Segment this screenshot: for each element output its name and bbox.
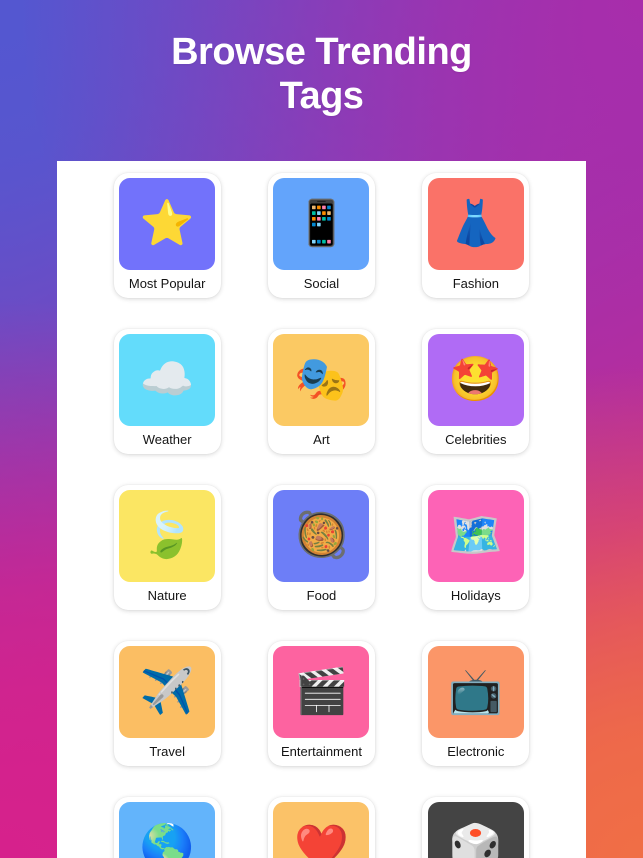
tag-tile-label: Social <box>303 276 340 291</box>
cloud-icon: ☁️ <box>119 334 216 426</box>
tag-tile[interactable]: 🎭 Art <box>267 329 375 454</box>
tag-tile[interactable]: 📺 Electronic <box>422 641 530 766</box>
tag-tile-label: Holidays <box>450 588 501 603</box>
leaves-icon: 🍃 <box>119 490 216 582</box>
tag-tile-label: Food <box>306 588 337 603</box>
tag-tile-label: Weather <box>142 432 192 447</box>
paella-icon: 🥘 <box>273 490 370 582</box>
tag-tile[interactable]: 🎲Other <box>422 797 530 858</box>
tag-tile[interactable]: 📱 Social <box>267 173 375 298</box>
tag-tile[interactable]: 🎬 Entertainment <box>267 641 375 766</box>
globe-americas-icon: 🌎 <box>119 802 216 858</box>
tag-tile-label: Celebrities <box>445 432 507 447</box>
dress-icon: 👗 <box>427 178 524 270</box>
game-die-icon: 🎲 <box>427 802 524 858</box>
clapper-board-icon: 🎬 <box>273 646 370 738</box>
tag-tile-label: Nature <box>147 588 187 603</box>
tag-tile-label: Most Popular <box>128 276 206 291</box>
star-struck-icon: 🤩 <box>427 334 524 426</box>
tag-tile[interactable]: 🗺️ Holidays <box>422 485 530 610</box>
tag-tile-label: Art <box>313 432 330 447</box>
tag-tile[interactable]: 🥘 Food <box>267 485 375 610</box>
tag-tile-label: Travel <box>149 744 185 759</box>
tags-grid: ⭐ Most Popular 📱 Social 👗 Fashion ☁️ Weather 🎭 Ar… <box>57 161 586 858</box>
tag-tile[interactable]: ❤️Follow Like <box>267 797 375 858</box>
tag-tile[interactable]: ⭐ Most Popular <box>113 173 221 298</box>
tag-tile[interactable]: ☁️ Weather <box>113 329 221 454</box>
tag-tile-label: Fashion <box>452 276 499 291</box>
tag-tile[interactable]: 🤩 Celebrities <box>422 329 530 454</box>
star-icon: ⭐ <box>119 178 216 270</box>
television-icon: 📺 <box>427 646 524 738</box>
tags-panel: ⭐ Most Popular 📱 Social 👗 Fashion ☁️ Weather 🎭 Ar… <box>57 161 586 858</box>
tag-tile[interactable]: 👗 Fashion <box>422 173 530 298</box>
airplane-icon: ✈️ <box>119 646 216 738</box>
app-screen: Browse Trending Tags ⭐ Most Popular 📱 Socia… <box>0 0 643 858</box>
tag-tile[interactable]: ✈️ Travel <box>113 641 221 766</box>
tag-tile-label: Electronic <box>447 744 505 759</box>
mobile-phone-icon: 📱 <box>273 178 370 270</box>
red-heart-icon: ❤️ <box>273 802 370 858</box>
tag-tile[interactable]: 🌎Countries <box>113 797 221 858</box>
tag-tile[interactable]: 🍃 Nature <box>113 485 221 610</box>
tag-tile-label: Entertainment <box>281 744 362 759</box>
page-header: Browse Trending Tags <box>0 0 643 118</box>
performing-arts-icon: 🎭 <box>273 334 370 426</box>
world-map-icon: 🗺️ <box>427 490 524 582</box>
page-title: Browse Trending Tags <box>171 31 472 118</box>
